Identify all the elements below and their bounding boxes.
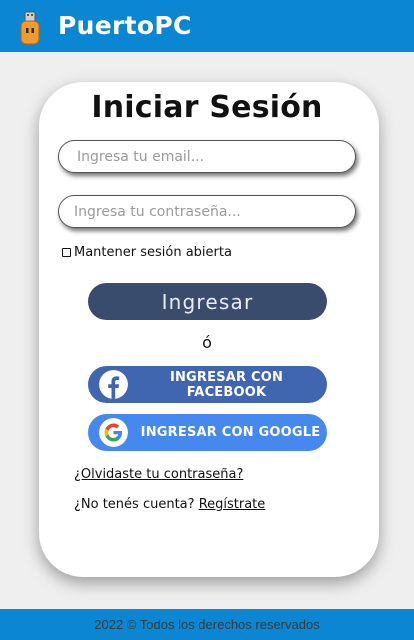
google-login-button[interactable]: INGRESAR CON GOOGLE (88, 414, 327, 451)
facebook-login-label: INGRESAR CON FACEBOOK (169, 369, 284, 400)
password-field[interactable] (58, 195, 356, 228)
signup-link[interactable]: Regístrate (199, 497, 266, 512)
remember-me-checkbox[interactable] (62, 248, 71, 257)
google-login-label: INGRESAR CON GOOGLE (140, 425, 321, 440)
forgot-password-link[interactable]: ¿Olvidaste tu contraseña? (74, 467, 243, 482)
google-icon (99, 418, 128, 447)
page-title: Iniciar Sesión (91, 90, 323, 125)
or-separator: ó (202, 333, 212, 352)
usb-drive-icon (20, 11, 40, 45)
brand-name[interactable]: PuertoPC (58, 11, 192, 40)
remember-me-row[interactable]: Mantener sesión abierta (62, 245, 232, 260)
login-button[interactable]: Ingresar (88, 283, 327, 320)
email-field[interactable] (58, 140, 356, 173)
signup-row: ¿No tenés cuenta? Regístrate (74, 497, 265, 512)
facebook-login-button[interactable]: INGRESAR CON FACEBOOK (88, 366, 327, 403)
no-account-text: ¿No tenés cuenta? (74, 497, 195, 512)
copyright-text: 2022 © Todos los derechos reservados (94, 617, 320, 632)
facebook-icon (99, 370, 128, 399)
page-footer: 2022 © Todos los derechos reservados (0, 609, 414, 640)
app-header: PuertoPC (0, 0, 414, 52)
remember-me-label: Mantener sesión abierta (74, 245, 232, 260)
